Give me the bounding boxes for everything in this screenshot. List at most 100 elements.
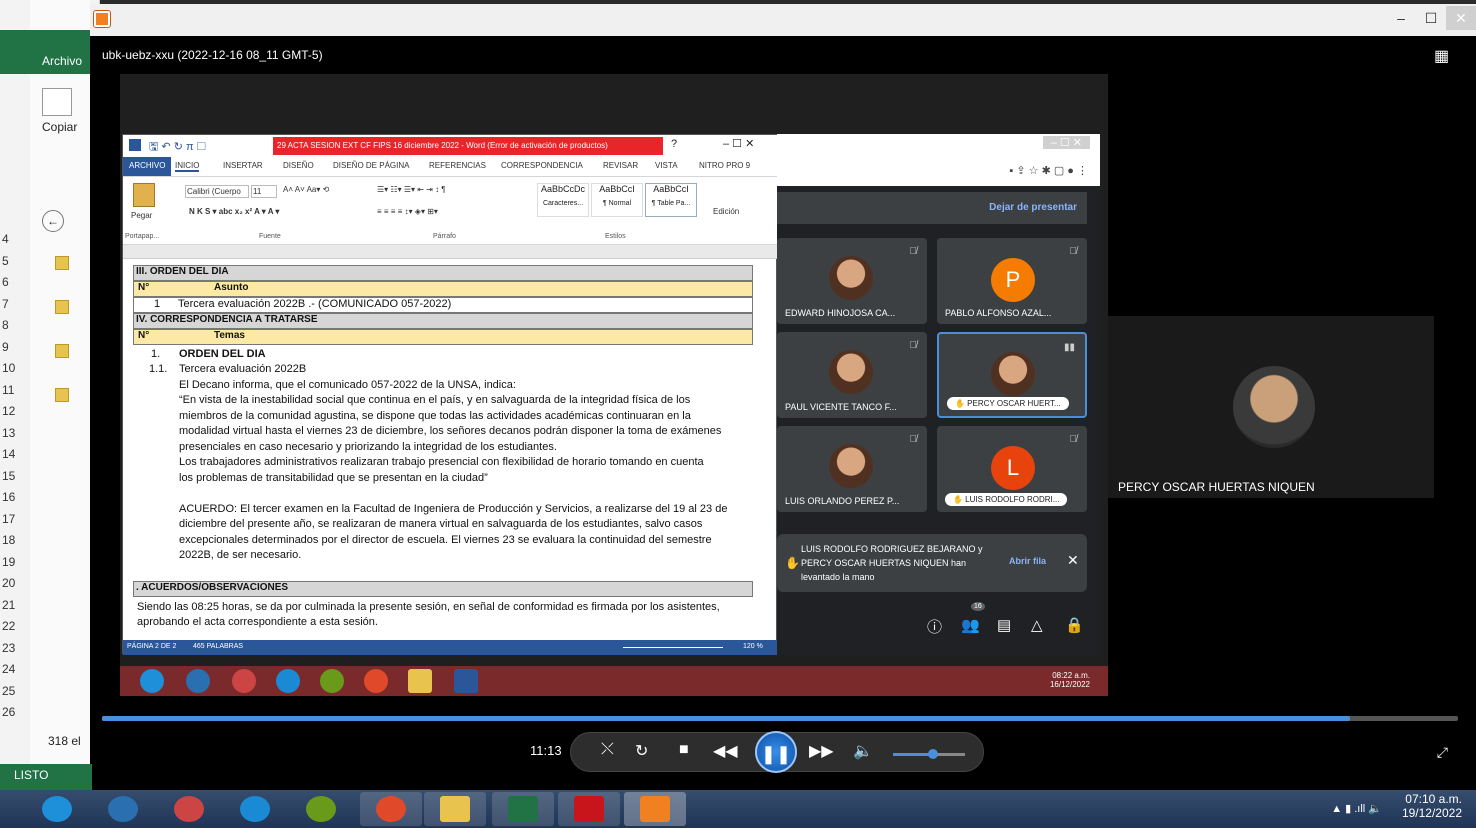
rewind-icon[interactable]: ◀◀ [713, 741, 738, 761]
participant-tile[interactable]: 🎙̸ LUIS ORLANDO PEREZ P... [777, 426, 927, 512]
participant-tile[interactable]: ▮▮ ✋ PERCY OSCAR HUERT... [937, 332, 1087, 418]
folder-icon[interactable] [55, 300, 69, 314]
minimize-button[interactable]: – [1386, 6, 1416, 30]
participant-tile[interactable]: P 🎙̸ PABLO ALFONSO AZAL... [937, 238, 1087, 324]
zoom-level[interactable]: 120 % [743, 643, 763, 650]
music-icon[interactable] [320, 669, 344, 693]
taskbar-chrome[interactable] [360, 792, 422, 826]
tab-diseno[interactable]: DISEÑO [283, 161, 314, 170]
presenting-bar: Dejar de presentar [777, 192, 1087, 224]
word-count[interactable]: 465 PALABRAS [193, 643, 243, 650]
page-count[interactable]: PÁGINA 2 DE 2 [127, 643, 176, 650]
font-format-icons[interactable]: N K S ▾ abc x₂ x² A ▾ A ▾ [189, 207, 279, 216]
back-arrow-icon[interactable]: ← [42, 210, 64, 232]
seek-bar[interactable] [102, 716, 1458, 721]
activities-icon[interactable]: △ [1031, 616, 1043, 634]
paste-label[interactable]: Pegar [131, 211, 152, 220]
taskbar-recorder[interactable] [158, 792, 220, 826]
taskbar-acrobat[interactable] [558, 792, 620, 826]
taskbar-music[interactable] [290, 792, 352, 826]
info-icon[interactable]: ⓘ [927, 616, 942, 637]
close-icon[interactable]: ✕ [1067, 552, 1079, 569]
font-grow-shrink-icons[interactable]: A˄ A˅ Aa▾ ⟲ [283, 185, 329, 194]
maximize-button[interactable]: ☐ [1416, 6, 1446, 30]
stop-icon[interactable]: ■ [679, 741, 689, 759]
stop-presenting-button[interactable]: Dejar de presentar [989, 202, 1077, 213]
folder-icon[interactable] [55, 388, 69, 402]
copy-icon[interactable] [42, 88, 72, 116]
participant-tile[interactable]: 🎙̸ EDWARD HINOJOSA CA... [777, 238, 927, 324]
taskbar-explorer[interactable] [424, 792, 486, 826]
chat-icon[interactable]: ▤ [997, 616, 1011, 634]
excel-file-tab[interactable]: Archivo [0, 30, 100, 74]
seek-bar-fill [102, 716, 1350, 721]
repeat-icon[interactable]: ⤬ [601, 741, 614, 759]
tab-correspondencia[interactable]: CORRESPONDENCIA [501, 161, 583, 170]
table-header-temas: N° Temas [133, 329, 753, 345]
font-name-select[interactable]: Calibri (Cuerpo [185, 185, 249, 198]
zoom-slider[interactable] [623, 647, 723, 648]
taskbar-dvd[interactable] [224, 792, 286, 826]
list-icons[interactable]: ☰▾ ☷▾ ☰▾ ⇤ ⇥ ↕ ¶ [377, 185, 446, 194]
recorder-icon[interactable] [232, 669, 256, 693]
paste-icon[interactable] [133, 183, 155, 207]
word-window-controls[interactable]: – ☐ ✕ [723, 137, 754, 150]
tab-revisar[interactable]: REVISAR [603, 161, 638, 170]
open-queue-button[interactable]: Abrir fila [1009, 556, 1046, 566]
style-table[interactable]: AaBbCcI ¶ Table Pa... [645, 183, 697, 217]
tab-insertar[interactable]: INSERTAR [223, 161, 263, 170]
align-icons[interactable]: ≡ ≡ ≡ ≡ ↕▾ ◈▾ ⊞▾ [377, 207, 438, 216]
participant-tile[interactable]: L 🎙̸ ✋ LUIS RODOLFO RODRI... [937, 426, 1087, 512]
chrome-icon[interactable] [364, 669, 388, 693]
taskbar-media-player[interactable] [624, 792, 686, 826]
tab-vista[interactable]: VISTA [655, 161, 678, 170]
tab-diseno-pagina[interactable]: DISEÑO DE PÁGINA [333, 161, 409, 170]
replay-icon[interactable]: ↻ [635, 741, 648, 761]
explorer-icon[interactable] [408, 669, 432, 693]
tray-icons[interactable]: ▲ ▮ .ıll 🔈 [1331, 802, 1382, 815]
help-icon[interactable]: ? [671, 138, 677, 150]
people-icon[interactable]: 👥 [961, 616, 980, 634]
word-ribbon: Pegar Calibri (Cuerpo 11 A˄ A˅ Aa▾ ⟲ N K… [123, 177, 778, 245]
fast-forward-icon[interactable]: ▶▶ [809, 741, 834, 761]
volume-slider[interactable] [893, 749, 965, 759]
group-label-portapapeles: Portapap... [125, 233, 160, 240]
document-line: 2022B, de ser necesario. [179, 549, 302, 561]
clock-time[interactable]: 07:10 a.m. [1402, 792, 1462, 806]
host-controls-icon[interactable]: 🔒 [1065, 616, 1084, 634]
volume-icon[interactable]: 🔈 [853, 741, 873, 761]
style-normal[interactable]: AaBbCcI ¶ Normal [591, 183, 643, 217]
layout-grid-icon[interactable]: ▦ [1434, 46, 1454, 65]
close-button[interactable]: ✕ [1446, 6, 1476, 30]
volume-knob[interactable] [927, 749, 938, 759]
volume-fill [893, 753, 933, 756]
pause-icon[interactable]: ❚❚ [755, 731, 797, 773]
media-icon[interactable] [186, 669, 210, 693]
quick-access-icons[interactable]: 🖫 ↶ ↻ π ▢ [149, 138, 206, 157]
browser-window-controls[interactable]: – ☐ ✕ [1042, 136, 1090, 149]
disc-icon[interactable] [276, 669, 300, 693]
tab-nitro[interactable]: NITRO PRO 9 [699, 161, 750, 170]
word-icon[interactable] [454, 669, 478, 693]
clock-date[interactable]: 19/12/2022 [1402, 806, 1462, 820]
participant-tile[interactable]: 🎙̸ PAUL VICENTE TANCO F... [777, 332, 927, 418]
browser-extension-icons[interactable]: ▪ ⇪ ☆ ✱ ▢ ● ⋮ [1009, 164, 1088, 177]
document-page[interactable]: III. ORDEN DEL DIA N° Asunto 1 Tercera e… [133, 263, 753, 635]
folder-icon[interactable] [55, 344, 69, 358]
excel-copy-label[interactable]: Copiar [42, 120, 77, 134]
font-size-select[interactable]: 11 [251, 185, 277, 198]
horizontal-ruler[interactable] [123, 245, 778, 259]
taskbar-excel[interactable] [492, 792, 554, 826]
tab-inicio[interactable]: INICIO [175, 161, 200, 172]
edit-group[interactable]: Edición [713, 207, 739, 216]
taskbar-media-center[interactable] [92, 792, 154, 826]
folder-icon[interactable] [55, 256, 69, 270]
taskbar-ie[interactable] [26, 792, 88, 826]
row-number: 13 [2, 425, 16, 440]
style-caracteres[interactable]: AaBbCcDc Caracteres... [537, 183, 589, 217]
ie-icon[interactable] [140, 669, 164, 693]
tab-referencias[interactable]: REFERENCIAS [429, 161, 486, 170]
excel-file-tab-label: Archivo [42, 54, 83, 68]
tab-archivo[interactable]: ARCHIVO [123, 157, 172, 176]
fullscreen-icon[interactable]: ⤢ [1437, 744, 1448, 761]
